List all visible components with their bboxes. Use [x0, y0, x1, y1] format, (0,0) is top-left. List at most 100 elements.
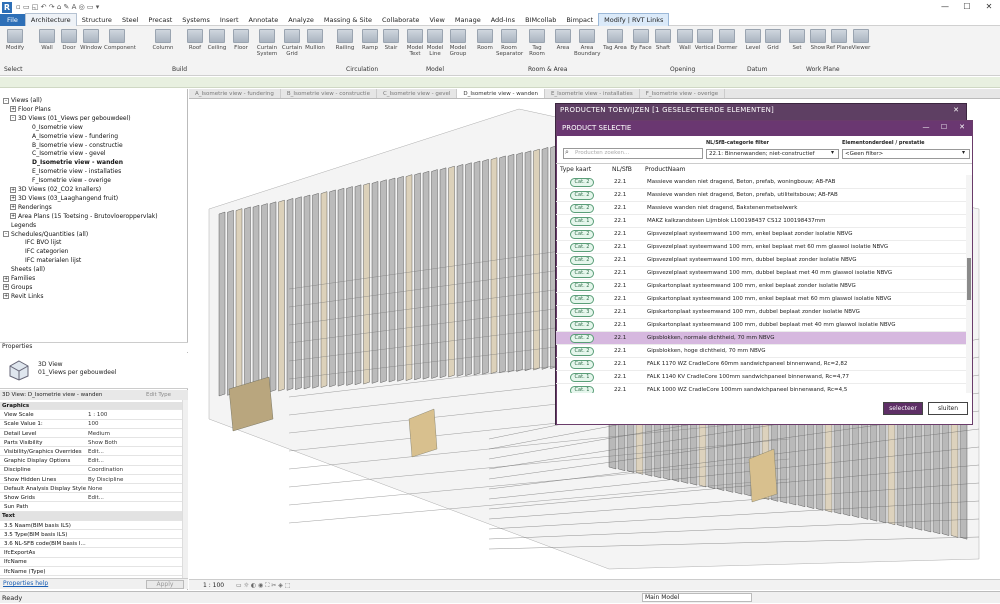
close-window-button[interactable]: ✕: [978, 0, 1000, 14]
type-card-badge[interactable]: Cat. 2: [570, 269, 594, 278]
type-card-badge[interactable]: Cat. 1: [570, 217, 594, 226]
table-row[interactable]: Cat. 1 22.1 FALK 1000 WZ CradleCore 100mm …: [556, 384, 966, 393]
menu-tab-6[interactable]: Insert: [215, 14, 244, 26]
ribbon-btn-0[interactable]: Modify: [2, 29, 28, 51]
type-card-badge[interactable]: Cat. 2: [570, 230, 594, 239]
type-card-badge[interactable]: Cat. 2: [570, 204, 594, 213]
col-type-card[interactable]: Type kaart: [560, 164, 591, 176]
browser-item[interactable]: Legends: [3, 222, 36, 229]
property-row[interactable]: Default Analysis Display Style None: [0, 485, 182, 494]
property-row[interactable]: Visibility/Graphics Overrides Edit...: [0, 448, 182, 457]
property-row[interactable]: Show Hidden Lines By Discipline: [0, 476, 182, 484]
table-row[interactable]: Cat. 2 22.1 Gipsvezelplaat systeemwand 100…: [556, 241, 966, 254]
menu-tab-7[interactable]: Annotate: [244, 14, 284, 26]
menu-tab-16[interactable]: Modify | RVT Links: [598, 12, 670, 27]
browser-item[interactable]: B_Isometrie view - constructie: [24, 142, 123, 149]
expand-toggle-icon[interactable]: -: [3, 231, 9, 237]
menu-tab-4[interactable]: Precast: [143, 14, 177, 26]
property-row[interactable]: Discipline Coordination: [0, 466, 182, 475]
table-row[interactable]: Cat. 2 22.1 Gipsvezelplaat systeemwand 100…: [556, 254, 966, 267]
browser-item[interactable]: -3D Views (01_Views per gebouwdeel): [10, 115, 131, 122]
menu-tab-11[interactable]: View: [424, 14, 449, 26]
expand-toggle-icon[interactable]: +: [10, 186, 16, 193]
table-row[interactable]: Cat. 1 22.1 FALK 1140 KV CradleCore 100mm …: [556, 371, 966, 384]
menu-tab-9[interactable]: Massing & Site: [319, 14, 377, 26]
view-tab[interactable]: F_Isometrie view - overige: [640, 89, 726, 98]
menu-tab-15[interactable]: Bimpact: [561, 14, 598, 26]
browser-item[interactable]: - Schedules/Quantities (all): [3, 231, 88, 238]
type-card-badge[interactable]: Cat. 2: [570, 178, 594, 187]
ribbon-btn-12[interactable]: Railing: [332, 29, 358, 51]
browser-item[interactable]: D_Isometrie view - wanden: [24, 159, 123, 166]
maximize-button[interactable]: ☐: [956, 0, 978, 14]
dialog-minimize-icon[interactable]: —: [920, 121, 932, 134]
browser-item[interactable]: A_Isometrie view - fundering: [24, 133, 118, 140]
type-card-badge[interactable]: Cat. 3: [570, 308, 594, 317]
ribbon-btn-23[interactable]: Tag Area: [602, 29, 628, 51]
browser-item[interactable]: + Area Plans (15 Toetsing - Brutovloeropp…: [10, 213, 158, 220]
type-card-badge[interactable]: Cat. 2: [570, 347, 594, 356]
ribbon-btn-4[interactable]: Component: [104, 29, 136, 51]
active-model-selector[interactable]: Main Model: [642, 593, 752, 602]
table-row[interactable]: Cat. 2 22.1 Gipsblokken, hoge dichtheid, 7…: [556, 345, 966, 358]
type-card-badge[interactable]: Cat. 2: [570, 243, 594, 252]
table-row[interactable]: Cat. 1 22.1 FALK 1170 WZ CradleCore 60mm s…: [556, 358, 966, 371]
ribbon-btn-5[interactable]: Column: [150, 29, 176, 51]
menu-tab-2[interactable]: Structure: [77, 14, 117, 26]
table-row[interactable]: Cat. 3 22.1 Gipskartonplaat systeemwand 10…: [556, 306, 966, 319]
property-row[interactable]: Show Grids Edit...: [0, 494, 182, 503]
expand-toggle-icon[interactable]: +: [3, 284, 9, 291]
browser-item[interactable]: Sheets (all): [3, 266, 45, 273]
view-tab[interactable]: C_Isometrie view - gevel: [377, 89, 458, 98]
property-row[interactable]: View Scale 1 : 100: [0, 411, 182, 420]
product-search-input[interactable]: Producten zoeken...: [563, 148, 703, 159]
expand-toggle-icon[interactable]: +: [10, 204, 16, 211]
ribbon-btn-8[interactable]: Floor: [228, 29, 254, 51]
property-row[interactable]: Graphic Display Options Edit...: [0, 457, 182, 466]
view-scale[interactable]: 1 : 100: [203, 582, 224, 589]
menu-tab-3[interactable]: Steel: [117, 14, 143, 26]
col-product-name[interactable]: ProductNaam: [645, 164, 685, 176]
minimize-button[interactable]: —: [934, 0, 956, 14]
property-value[interactable]: 1 : 100: [88, 411, 107, 419]
property-row[interactable]: 3.5 Type(BIM basis ILS): [0, 531, 182, 540]
browser-item[interactable]: IFC BVO lijst: [17, 239, 61, 246]
browser-item[interactable]: C_Isometrie view - gevel: [24, 150, 106, 157]
instance-selector[interactable]: 3D View: D_Isometrie view - wanden Edit …: [0, 390, 188, 400]
property-value[interactable]: Edit...: [88, 457, 104, 465]
ribbon-btn-34[interactable]: Viewer: [848, 29, 874, 51]
table-scroll-thumb[interactable]: [967, 258, 971, 300]
ribbon-btn-18[interactable]: Room: [472, 29, 498, 51]
close-button[interactable]: sluiten: [928, 402, 968, 415]
ribbon-btn-30[interactable]: Grid: [760, 29, 786, 51]
property-row[interactable]: 3.5 Naam(BIM basis ILS): [0, 522, 182, 530]
type-card-badge[interactable]: Cat. 1: [570, 360, 594, 369]
browser-item[interactable]: - Views (all): [3, 97, 42, 104]
expand-toggle-icon[interactable]: +: [10, 195, 16, 202]
property-value[interactable]: 100: [88, 420, 99, 428]
edit-type-button[interactable]: Edit Type: [146, 390, 171, 400]
ribbon-btn-14[interactable]: Stair: [378, 29, 404, 51]
expand-toggle-icon[interactable]: -: [3, 97, 9, 104]
view-tab[interactable]: E_Isometrie view - installaties: [545, 89, 640, 98]
ribbon-btn-19[interactable]: Room Separator: [496, 29, 523, 57]
properties-help-link[interactable]: Properties help: [3, 580, 48, 587]
expand-toggle-icon[interactable]: +: [3, 275, 9, 282]
property-row[interactable]: 3.6 NL-SFB code(BIM basis I...: [0, 540, 182, 549]
col-nlsfb[interactable]: NL/SfB: [612, 164, 632, 176]
browser-item[interactable]: + Groups: [3, 284, 32, 291]
table-row[interactable]: Cat. 2 22.1 Massieve wanden niet dragend, …: [556, 202, 966, 215]
browser-item[interactable]: F_Isometrie view - overige: [24, 177, 111, 184]
type-card-badge[interactable]: Cat. 2: [570, 256, 594, 265]
assign-dialog-close-icon[interactable]: ✕: [950, 104, 962, 117]
element-filter-select[interactable]: <Geen filter>: [842, 149, 970, 159]
select-button[interactable]: selecteer: [883, 402, 923, 415]
table-row[interactable]: Cat. 2 22.1 Gipsblokken, normale dichtheid…: [556, 332, 966, 345]
property-value[interactable]: Edit...: [88, 494, 104, 502]
table-row[interactable]: Cat. 2 22.1 Massieve wanden niet dragend, …: [556, 176, 966, 189]
type-card-badge[interactable]: Cat. 2: [570, 282, 594, 291]
menu-tab-0[interactable]: File: [0, 13, 25, 26]
table-row[interactable]: Cat. 1 22.1 MAKZ kalkzandsteen Lijmblok L1…: [556, 215, 966, 228]
property-row[interactable]: Detail Level Medium: [0, 430, 182, 438]
menu-tab-8[interactable]: Analyze: [283, 14, 319, 26]
